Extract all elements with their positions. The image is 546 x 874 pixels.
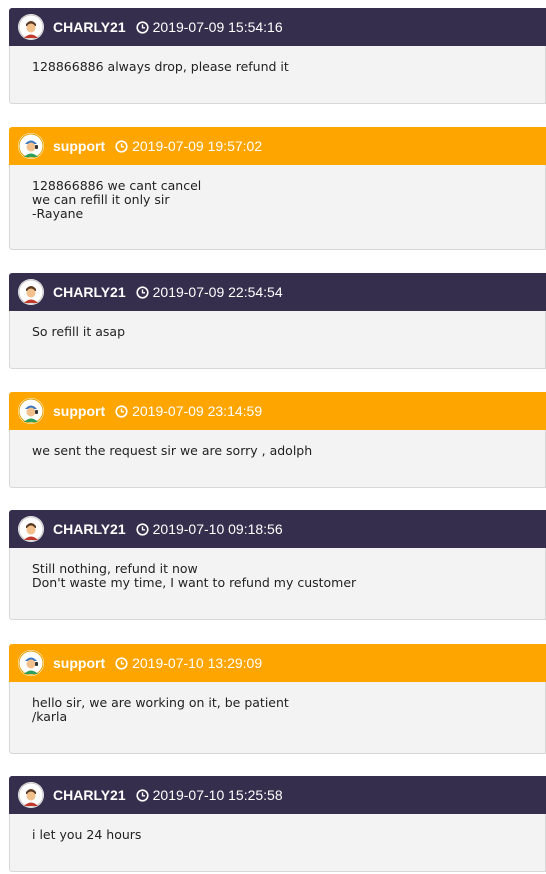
- support-avatar-icon: [18, 398, 44, 424]
- clock-icon: [115, 656, 128, 670]
- message-text: we can refill it only sir: [32, 192, 170, 207]
- message-header: support 2019-07-09 19:57:02: [9, 127, 546, 165]
- message-body: 128866886 we cant cancel we can refill i…: [9, 165, 546, 250]
- message-text: hello sir, we are working on it, be pati…: [32, 695, 289, 710]
- ticket-thread: CHARLY21 2019-07-09 15:54:16 128866886 a…: [0, 0, 546, 874]
- user-avatar-icon: [18, 516, 44, 542]
- message-text: we sent the request sir we are sorry , a…: [32, 443, 313, 458]
- message-card: support 2019-07-09 23:14:59 we sent the …: [9, 392, 546, 488]
- message-author: support: [53, 655, 106, 671]
- user-avatar-icon: [18, 14, 44, 40]
- message-header: CHARLY21 2019-07-10 09:18:56: [9, 510, 546, 548]
- message-author: CHARLY21: [53, 521, 126, 537]
- support-avatar-icon: [18, 650, 44, 676]
- message-text: /karla: [32, 709, 68, 724]
- message-text: 128866886 always drop, please refund it: [32, 59, 289, 74]
- message-body: we sent the request sir we are sorry , a…: [9, 430, 546, 488]
- message-text: 128866886 we cant cancel: [32, 178, 202, 193]
- message-author: CHARLY21: [53, 19, 126, 35]
- message-card: support 2019-07-09 19:57:02 128866886 we…: [9, 127, 546, 250]
- message-card: support 2019-07-10 13:29:09 hello sir, w…: [9, 644, 546, 754]
- clock-icon: [115, 404, 128, 418]
- message-body: hello sir, we are working on it, be pati…: [9, 682, 546, 754]
- clock-icon: [136, 20, 149, 34]
- message-body: Still nothing, refund it now Don't waste…: [9, 548, 546, 620]
- message-body: 128866886 always drop, please refund it: [9, 46, 546, 104]
- user-avatar-icon: [18, 279, 44, 305]
- message-body: i let you 24 hours: [9, 814, 546, 872]
- message-author: support: [53, 403, 106, 419]
- message-header: support 2019-07-10 13:29:09: [9, 644, 546, 682]
- clock-icon: [136, 285, 149, 299]
- clock-icon: [115, 139, 128, 153]
- message-text: i let you 24 hours: [32, 827, 142, 842]
- message-author: support: [53, 138, 106, 154]
- user-avatar-icon: [18, 782, 44, 808]
- message-card: CHARLY21 2019-07-10 15:25:58 i let you 2…: [9, 776, 546, 872]
- message-timestamp: 2019-07-09 19:57:02: [132, 138, 263, 154]
- message-timestamp: 2019-07-09 22:54:54: [152, 284, 283, 300]
- message-timestamp: 2019-07-10 09:18:56: [152, 521, 283, 537]
- message-card: CHARLY21 2019-07-10 09:18:56 Still nothi…: [9, 510, 546, 620]
- message-header: CHARLY21 2019-07-09 22:54:54: [9, 273, 546, 311]
- message-header: support 2019-07-09 23:14:59: [9, 392, 546, 430]
- message-header: CHARLY21 2019-07-09 15:54:16: [9, 8, 546, 46]
- clock-icon: [136, 522, 149, 536]
- message-timestamp: 2019-07-10 13:29:09: [132, 655, 263, 671]
- message-text: So refill it asap: [32, 324, 126, 339]
- message-text: -Rayane: [32, 206, 84, 221]
- message-timestamp: 2019-07-10 15:25:58: [152, 787, 283, 803]
- message-author: CHARLY21: [53, 787, 126, 803]
- message-header: CHARLY21 2019-07-10 15:25:58: [9, 776, 546, 814]
- message-text: Still nothing, refund it now: [32, 561, 198, 576]
- message-body: So refill it asap: [9, 311, 546, 369]
- message-author: CHARLY21: [53, 284, 126, 300]
- message-timestamp: 2019-07-09 15:54:16: [152, 19, 283, 35]
- support-avatar-icon: [18, 133, 44, 159]
- message-card: CHARLY21 2019-07-09 15:54:16 128866886 a…: [9, 8, 546, 104]
- message-text: Don't waste my time, I want to refund my…: [32, 575, 357, 590]
- clock-icon: [136, 788, 149, 802]
- message-card: CHARLY21 2019-07-09 22:54:54 So refill i…: [9, 273, 546, 369]
- message-timestamp: 2019-07-09 23:14:59: [132, 403, 263, 419]
